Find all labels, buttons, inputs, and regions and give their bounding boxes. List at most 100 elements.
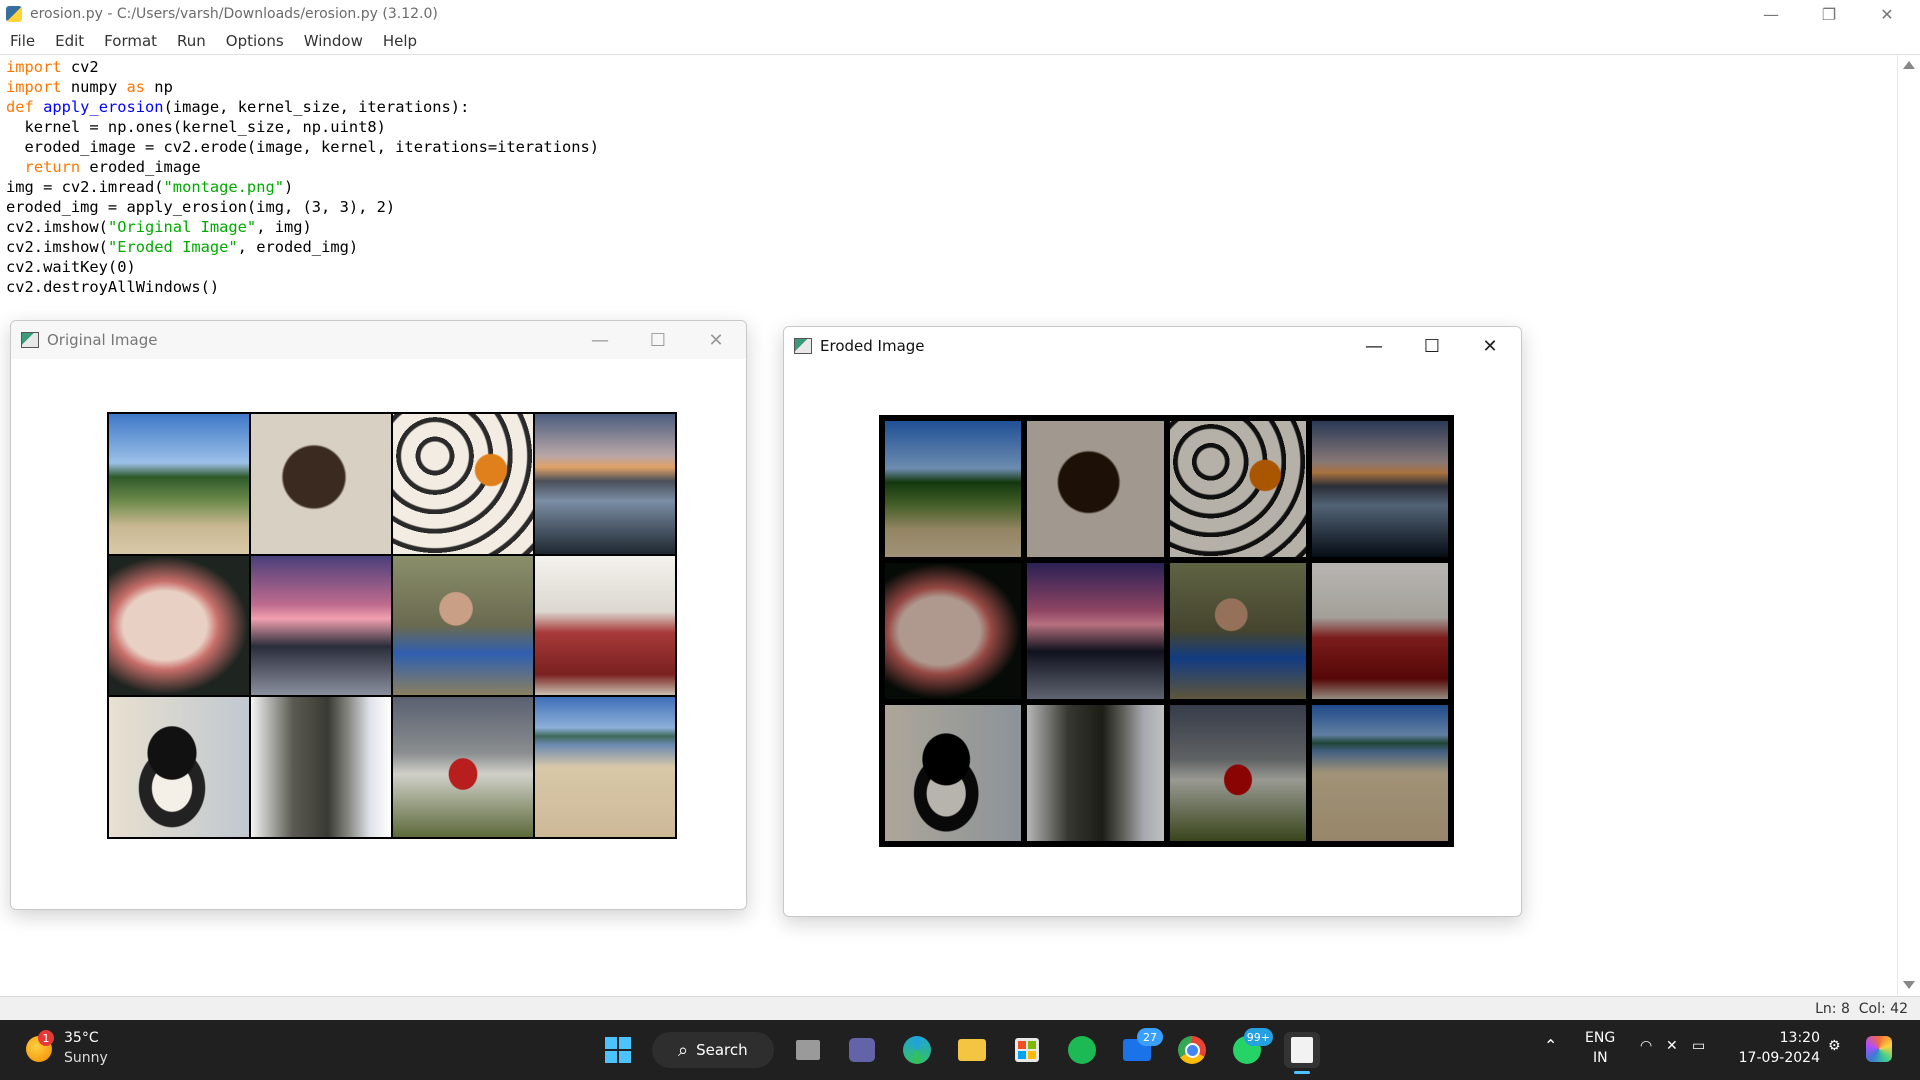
weather-sun-icon[interactable]: 1 [26, 1030, 54, 1062]
montage-tile-fish-fillets [885, 563, 1022, 699]
idle-taskbar-button[interactable] [1284, 1032, 1320, 1074]
window-title: erosion.py - C:/Users/varsh/Downloads/er… [30, 6, 438, 22]
montage-tile-lake-sunset [1311, 421, 1448, 557]
code-line[interactable]: def apply_erosion(image, kernel_size, it… [6, 98, 469, 116]
original-image-window[interactable]: Original Image — ☐ ✕ [10, 320, 747, 910]
restore-button[interactable]: ❐ [1800, 0, 1858, 28]
code-line[interactable]: import numpy as np [6, 78, 173, 96]
menu-help[interactable]: Help [373, 32, 427, 50]
settings-gear-icon[interactable]: ⚙ [1828, 1038, 1841, 1054]
spotify-button[interactable] [1064, 1032, 1100, 1068]
task-view-button[interactable] [790, 1032, 826, 1068]
menu-bar: File Edit Format Run Options Window Help [0, 28, 1920, 55]
whatsapp-button[interactable]: 99+ [1229, 1028, 1273, 1068]
title-bar: erosion.py - C:/Users/varsh/Downloads/er… [0, 0, 1920, 28]
spotify-icon [1068, 1036, 1096, 1064]
weather-temperature[interactable]: 35°C [64, 1030, 99, 1046]
chrome-icon [1178, 1036, 1206, 1064]
store-button[interactable] [1009, 1032, 1045, 1068]
edge-button[interactable] [899, 1032, 935, 1068]
input-region[interactable]: IN [1593, 1050, 1608, 1066]
scroll-down-icon[interactable] [1903, 981, 1915, 989]
original-maximize-button[interactable]: ☐ [645, 327, 671, 353]
show-hidden-icons-chevron-icon[interactable]: ⌃ [1544, 1036, 1557, 1055]
code-line[interactable]: eroded_image = cv2.erode(image, kernel, … [6, 138, 600, 156]
vertical-scrollbar[interactable] [1897, 55, 1920, 995]
menu-file[interactable]: File [0, 32, 45, 50]
eroded-maximize-button[interactable]: ☐ [1419, 333, 1445, 359]
mail-button[interactable]: 27 [1119, 1028, 1163, 1068]
montage-tile-sleeping-cat [1027, 421, 1164, 557]
eroded-montage [879, 415, 1454, 847]
eroded-image-window[interactable]: Eroded Image — ☐ ✕ [783, 326, 1522, 917]
eroded-window-titlebar[interactable]: Eroded Image — ☐ ✕ [784, 327, 1521, 365]
menu-edit[interactable]: Edit [45, 32, 94, 50]
start-button[interactable] [600, 1032, 636, 1068]
code-line[interactable]: cv2.imshow("Eroded Image", eroded_img) [6, 238, 358, 256]
montage-tile-pink-sky-trees [251, 555, 391, 696]
weather-description[interactable]: Sunny [64, 1050, 108, 1066]
code-text[interactable]: import cv2 import numpy as np def apply_… [6, 57, 599, 297]
opencv-window-icon [794, 338, 812, 354]
line-number: Ln: 8 [1815, 1001, 1850, 1017]
minimize-button[interactable]: — [1742, 0, 1800, 28]
menu-options[interactable]: Options [216, 32, 294, 50]
wifi-icon[interactable]: ◠ [1640, 1038, 1652, 1054]
montage-tile-cupcakes [1169, 421, 1306, 557]
edge-icon [903, 1036, 931, 1064]
cursor-position: Ln: 8 Col: 42 [1815, 1001, 1908, 1017]
montage-tile-sandy-beach [535, 697, 675, 837]
montage-tile-fire-hydrant [393, 697, 533, 837]
code-line[interactable]: eroded_img = apply_erosion(img, (3, 3), … [6, 198, 395, 216]
search-box[interactable]: ⌕ Search [652, 1032, 774, 1068]
original-window-title: Original Image [47, 331, 158, 349]
python-icon [6, 6, 22, 22]
montage-tile-penguin-toy [885, 705, 1022, 841]
montage-tile-beach-cove [885, 421, 1022, 557]
montage-tile-penguin-toy [109, 697, 249, 837]
montage-tile-cupcakes [393, 414, 533, 554]
code-line[interactable]: cv2.waitKey(0) [6, 258, 136, 276]
original-window-titlebar[interactable]: Original Image — ☐ ✕ [11, 321, 746, 359]
teams-icon [849, 1038, 875, 1062]
opencv-window-icon [21, 332, 39, 348]
montage-tile-beach-cove [109, 414, 249, 554]
original-minimize-button[interactable]: — [587, 327, 613, 353]
original-montage [107, 412, 677, 839]
file-explorer-button[interactable] [954, 1032, 990, 1068]
code-line[interactable]: return eroded_image [6, 158, 201, 176]
code-line[interactable]: cv2.destroyAllWindows() [6, 278, 219, 296]
copilot-icon[interactable] [1866, 1036, 1892, 1062]
weather-badge: 1 [38, 1030, 54, 1046]
code-line[interactable]: cv2.imshow("Original Image", img) [6, 218, 312, 236]
montage-tile-sandy-beach [1311, 705, 1448, 841]
close-button[interactable]: ✕ [1858, 0, 1916, 28]
battery-icon[interactable]: ▭ [1692, 1038, 1705, 1054]
eroded-close-button[interactable]: ✕ [1477, 333, 1503, 359]
menu-format[interactable]: Format [94, 32, 167, 50]
montage-tile-sleeping-cat [251, 414, 391, 554]
original-close-button[interactable]: ✕ [703, 327, 729, 353]
chrome-button[interactable] [1174, 1032, 1210, 1068]
eroded-minimize-button[interactable]: — [1361, 333, 1387, 359]
code-line[interactable]: import cv2 [6, 58, 99, 76]
clock-time[interactable]: 13:20 [1740, 1030, 1820, 1046]
code-line[interactable]: img = cv2.imread("montage.png") [6, 178, 293, 196]
montage-tile-red-sofa [535, 555, 675, 696]
scroll-up-icon[interactable] [1903, 61, 1915, 69]
menu-run[interactable]: Run [167, 32, 216, 50]
montage-tile-baby-in-bucket [393, 555, 533, 696]
montage-tile-lake-sunset [535, 414, 675, 554]
montage-tile-red-sofa [1311, 563, 1448, 699]
input-language[interactable]: ENG [1585, 1030, 1615, 1046]
menu-window[interactable]: Window [294, 32, 373, 50]
active-indicator [1294, 1071, 1310, 1074]
code-line[interactable]: kernel = np.ones(kernel_size, np.uint8) [6, 118, 386, 136]
speaker-muted-icon[interactable]: ✕ [1666, 1038, 1678, 1054]
search-label: Search [696, 1041, 748, 1059]
status-bar: Ln: 8 Col: 42 [0, 996, 1920, 1021]
teams-chat-button[interactable] [844, 1032, 880, 1068]
montage-tile-fish-fillets [109, 555, 249, 696]
montage-tile-shirts-hanging [1027, 705, 1164, 841]
clock-date[interactable]: 17-09-2024 [1730, 1050, 1820, 1066]
